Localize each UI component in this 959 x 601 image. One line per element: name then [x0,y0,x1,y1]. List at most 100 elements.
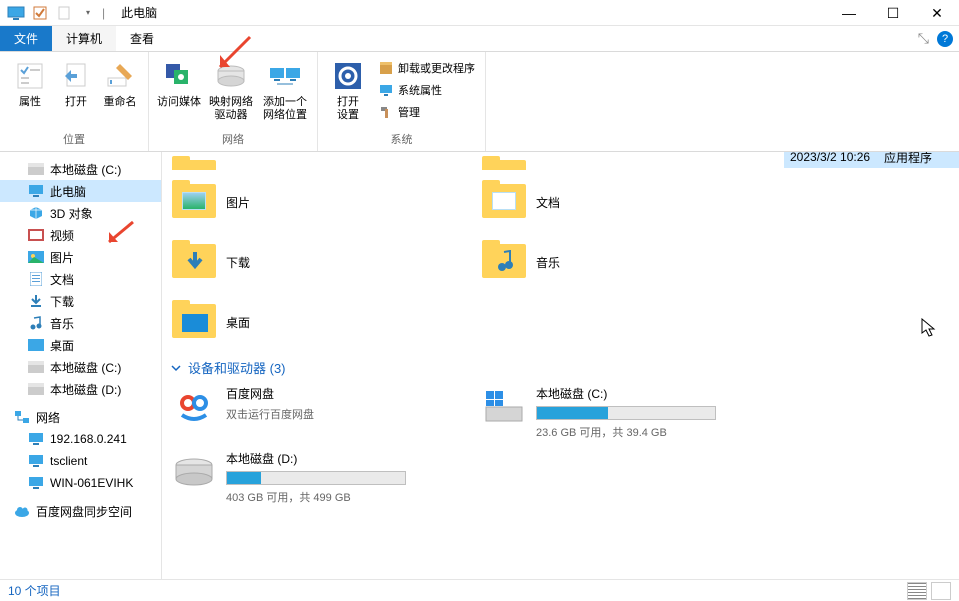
group-network-label: 网络 [155,129,311,151]
pc-icon [28,453,44,469]
folder-label: 图片 [226,194,250,211]
media-icon [163,60,195,92]
group-system-label: 系统 [324,129,479,151]
folder-desktop[interactable]: 桌面 [172,294,422,350]
monitor-small-icon [378,82,394,98]
details-view-icon[interactable] [907,582,927,600]
nav-network[interactable]: 网络 [0,406,161,428]
folder-downloads[interactable]: 下载 [172,234,422,290]
ribbon-group-system: 打开 设置 卸载或更改程序 系统属性 管理 系统 [318,52,486,151]
checklist-icon [14,60,46,92]
drive-sub: 23.6 GB 可用，共 39.4 GB [536,424,732,440]
folder-item[interactable] [482,152,732,170]
folder-music[interactable]: 音乐 [482,234,732,290]
drive-c[interactable]: 本地磁盘 (C:) 23.6 GB 可用，共 39.4 GB [482,385,732,440]
explorer-body: 本地磁盘 (C:) 此电脑 3D 对象 视频 图片 文档 下载 音乐 桌面 本地… [0,152,959,579]
navigation-pane[interactable]: 本地磁盘 (C:) 此电脑 3D 对象 视频 图片 文档 下载 音乐 桌面 本地… [0,152,162,579]
nav-local-c2[interactable]: 本地磁盘 (C:) [0,356,161,378]
section-devices[interactable]: 设备和驱动器 (3) [170,358,949,377]
maximize-button[interactable]: ☐ [871,0,915,26]
view-switcher [907,582,951,600]
music-icon [28,315,44,331]
baidu-icon [172,385,216,429]
nav-baidu[interactable]: 百度网盘同步空间 [0,500,161,522]
cloud-icon [14,503,30,519]
nav-documents[interactable]: 文档 [0,268,161,290]
box-icon [378,60,394,76]
qat-dropdown-icon[interactable]: ▾ [78,3,98,23]
picture-icon [28,249,44,265]
system-props-button[interactable]: 系统属性 [374,80,479,100]
rename-button[interactable]: 重命名 [98,56,142,129]
minimize-ribbon-icon[interactable]: ⤡ [918,30,929,47]
properties-button[interactable]: 属性 [6,56,54,129]
nav-videos[interactable]: 视频 [0,224,161,246]
folder-icon [482,180,526,224]
network-icon [14,409,30,425]
monitor-icon[interactable] [6,3,26,23]
monitors-icon [269,60,301,92]
folder-icon [172,180,216,224]
tab-file[interactable]: 文件 [0,26,52,51]
rename-icon [104,60,136,92]
ribbon-tabs: 文件 计算机 查看 ⤡ ? [0,26,959,52]
drive-icon [215,60,247,92]
nav-pictures[interactable]: 图片 [0,246,161,268]
large-icons-view-icon[interactable] [931,582,951,600]
drive-icon [28,359,44,375]
drive-title: 本地磁盘 (C:) [536,385,732,402]
drive-icon [28,161,44,177]
tab-view[interactable]: 查看 [116,26,168,51]
map-drive-button[interactable]: 映射网络 驱动器 [205,56,257,129]
close-button[interactable]: ✕ [915,0,959,26]
help-icon[interactable]: ? [937,31,953,47]
folder-icon [482,240,526,284]
cube-icon [28,205,44,221]
nav-local-c[interactable]: 本地磁盘 (C:) [0,158,161,180]
windows-drive-icon [482,385,526,429]
title-bar: ▾ | 此电脑 [0,0,959,26]
open-settings-button[interactable]: 打开 设置 [324,56,372,129]
add-location-button[interactable]: 添加一个 网络位置 [259,56,311,129]
manage-button[interactable]: 管理 [374,102,479,122]
nav-3d-objects[interactable]: 3D 对象 [0,202,161,224]
tab-computer[interactable]: 计算机 [52,26,116,51]
folder-icon [482,156,526,170]
open-button[interactable]: 打开 [56,56,96,129]
nav-win[interactable]: WIN-061EVIHK [0,472,161,494]
hdd-icon [172,450,216,494]
nav-music[interactable]: 音乐 [0,312,161,334]
hammer-icon [378,104,394,120]
window-title: 此电脑 [121,4,157,21]
manage-label: 管理 [398,104,420,120]
uninstall-button[interactable]: 卸载或更改程序 [374,58,479,78]
access-media-button[interactable]: 访问媒体 [155,56,203,129]
item-count: 10 个项目 [8,582,61,599]
drive-sub: 双击运行百度网盘 [226,406,422,422]
nav-downloads[interactable]: 下载 [0,290,161,312]
drive-d[interactable]: 本地磁盘 (D:) 403 GB 可用，共 499 GB [172,450,422,505]
drive-baidu[interactable]: 百度网盘 双击运行百度网盘 [172,385,422,440]
drive-icon [28,381,44,397]
nav-desktop[interactable]: 桌面 [0,334,161,356]
nav-ip[interactable]: 192.168.0.241 [0,428,161,450]
drive-title: 本地磁盘 (D:) [226,450,422,467]
pc-icon [28,183,44,199]
rename-label: 重命名 [104,96,137,109]
nav-this-pc[interactable]: 此电脑 [0,180,161,202]
nav-local-d[interactable]: 本地磁盘 (D:) [0,378,161,400]
minimize-button[interactable]: — [827,0,871,26]
film-icon [28,227,44,243]
ribbon-group-location: 属性 打开 重命名 位置 [0,52,149,151]
folder-pictures[interactable]: 图片 [172,174,422,230]
folder-item[interactable] [172,152,422,170]
properties-label: 属性 [19,96,41,109]
folder-documents[interactable]: 文档 [482,174,732,230]
folder-icon [172,156,216,170]
content-area[interactable]: 图片 文档 下载 音乐 桌面 设备和驱动器 ( [162,152,959,579]
capacity-bar [536,406,716,420]
nav-tsclient[interactable]: tsclient [0,450,161,472]
open-icon [60,60,92,92]
blank-doc-icon[interactable] [54,3,74,23]
checkbox-icon[interactable] [30,3,50,23]
